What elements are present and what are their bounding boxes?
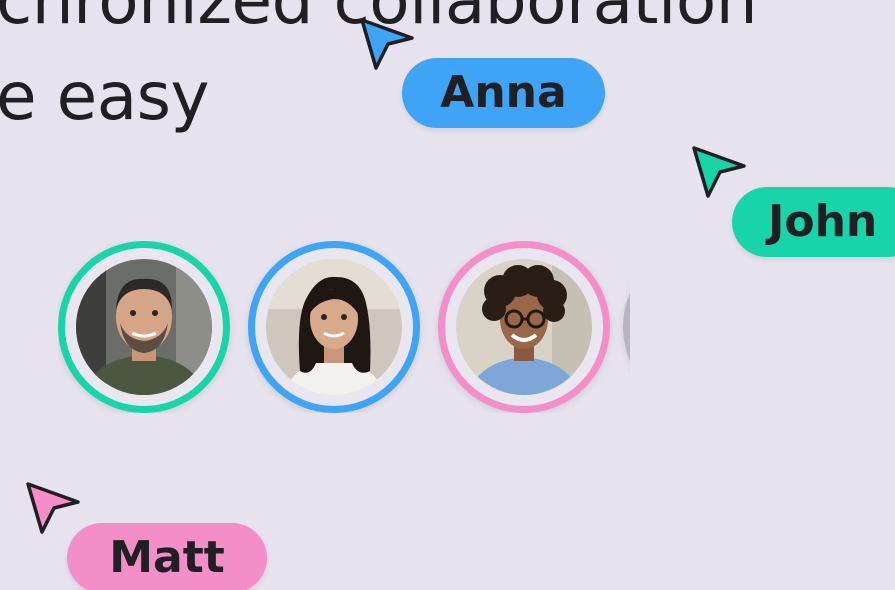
- avatar: [248, 241, 420, 413]
- cursor-label-anna: Anna: [402, 58, 605, 128]
- avatar: [58, 241, 230, 413]
- avatar-group: [58, 241, 630, 413]
- man-with-curly-hair-and-glasses-portrait: [456, 259, 592, 395]
- avatar: [623, 241, 630, 413]
- anna-cursor-icon: [356, 16, 416, 76]
- matt-cursor-icon: [22, 480, 82, 540]
- cursor-label-matt: Matt: [67, 523, 267, 590]
- woman-with-dark-hair-portrait: [266, 259, 402, 395]
- avatar: [438, 241, 610, 413]
- john-cursor-icon: [688, 144, 748, 204]
- cursor-label-john: John: [732, 187, 895, 257]
- collaboration-hero: chronized collaboration e easy Anna John…: [0, 0, 895, 590]
- man-with-beard-portrait: [76, 259, 212, 395]
- headline-line-2: e easy: [0, 58, 210, 135]
